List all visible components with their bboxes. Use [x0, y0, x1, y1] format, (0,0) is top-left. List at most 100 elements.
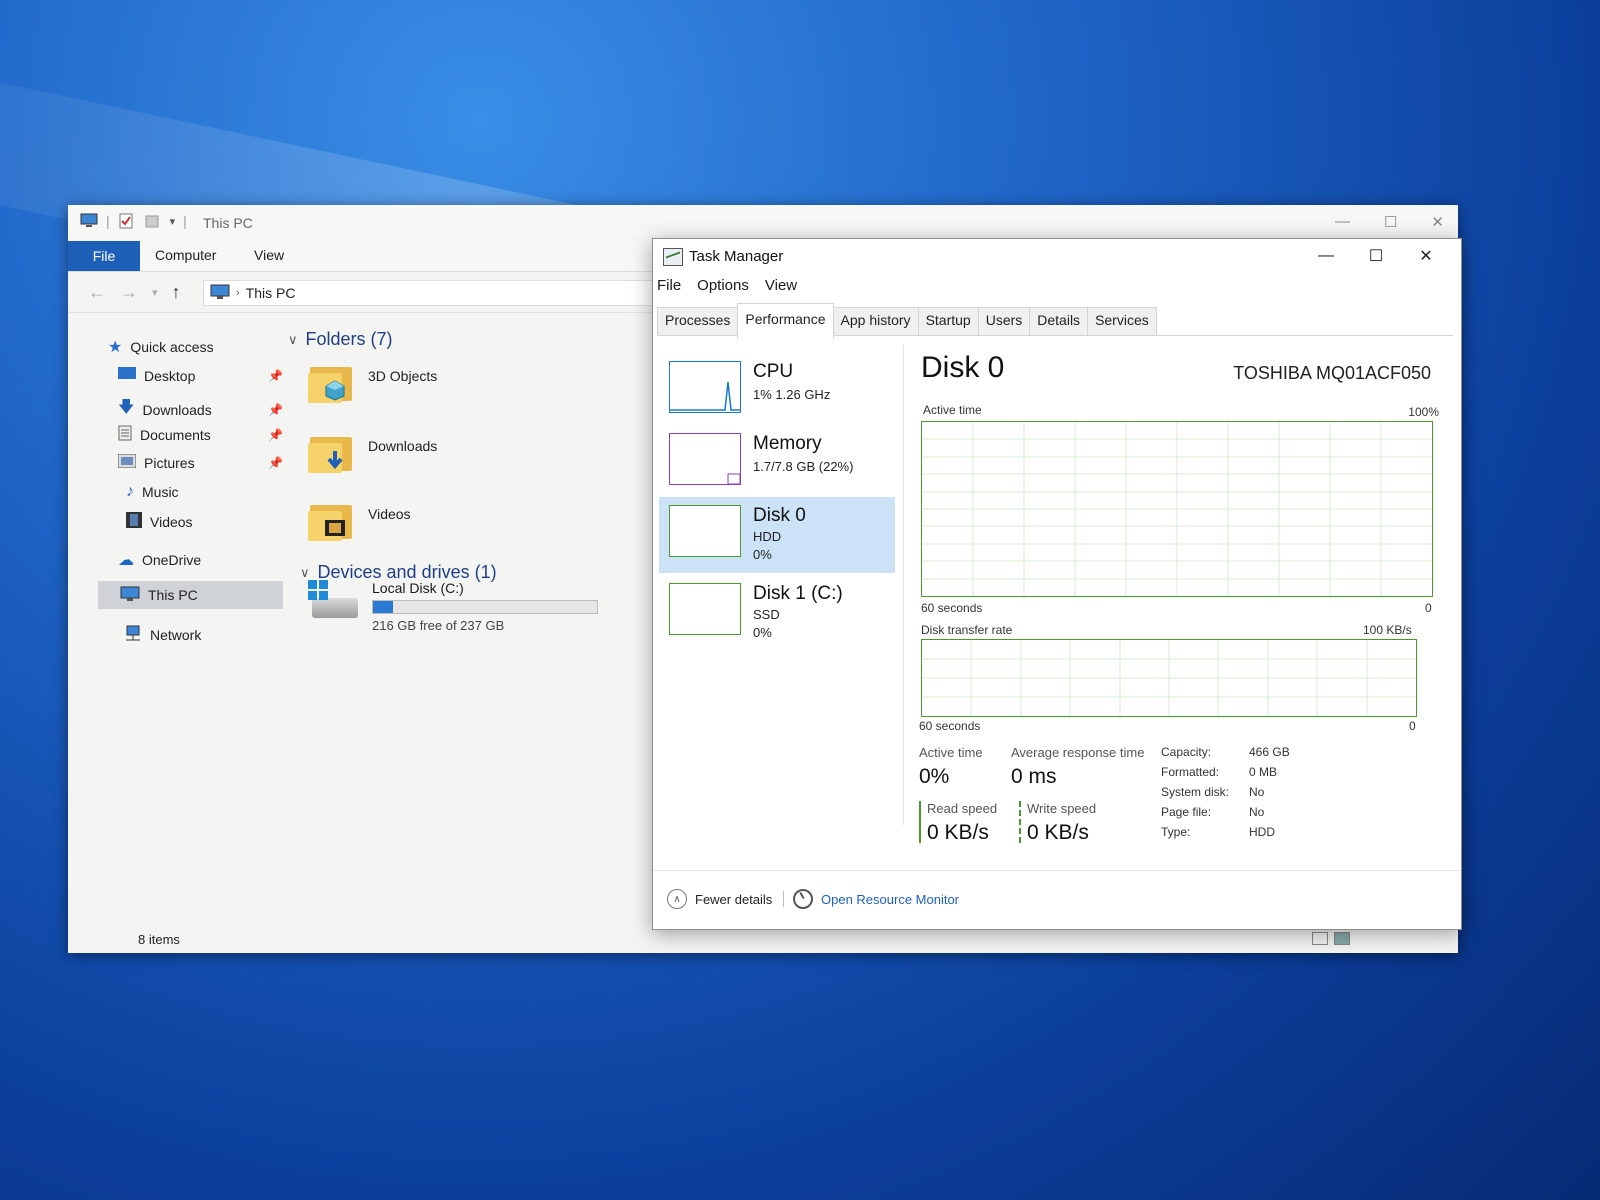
tab-app-history[interactable]: App history	[832, 307, 919, 335]
fewer-details-button[interactable]: ∧ Fewer details	[667, 889, 772, 909]
stat-write-speed-label: Write speed	[1027, 801, 1097, 816]
tab-strip: Processes Performance App history Startu…	[657, 303, 1453, 339]
film-icon	[126, 512, 142, 531]
ribbon-computer-tab[interactable]: Computer	[155, 247, 216, 263]
resource-type: HDD	[753, 529, 782, 544]
folder-item[interactable]: 3D Objects	[308, 363, 437, 403]
nav-music[interactable]: ♪ Music	[126, 483, 179, 501]
ribbon-view-tab[interactable]: View	[254, 247, 284, 263]
resource-name: Memory	[753, 433, 822, 454]
pin-icon[interactable]: 📌	[268, 369, 283, 383]
nav-pictures[interactable]: Pictures 📌	[117, 453, 283, 471]
back-arrow-icon[interactable]: ←	[88, 282, 106, 303]
resource-cpu[interactable]: CPU 1% 1.26 GHz	[659, 353, 895, 425]
resource-name: CPU	[753, 361, 794, 382]
resource-list: CPU 1% 1.26 GHz Memory 1.7/7.8 GB (22%) …	[653, 345, 904, 825]
pin-icon[interactable]: 📌	[268, 403, 283, 417]
folder-item[interactable]: Downloads	[308, 433, 437, 473]
nav-label: OneDrive	[142, 552, 202, 568]
breadcrumb[interactable]: This PC	[246, 285, 296, 301]
transfer-rate-graph	[921, 639, 1417, 717]
customize-qat-icon[interactable]: ▾	[170, 215, 176, 228]
resource-name: Disk 1 (C:)	[753, 583, 843, 604]
open-resource-monitor-link[interactable]: Open Resource Monitor	[793, 889, 959, 909]
folders-group-header[interactable]: ∨ Folders (7)	[288, 329, 393, 350]
task-manager-window: Task Manager — ☐ ✕ File Options View Pro…	[652, 238, 1462, 930]
view-toggle	[1312, 932, 1350, 945]
nav-quick-access[interactable]: ★ Quick access	[108, 337, 214, 357]
read-speed-legend-line	[919, 801, 921, 843]
tab-services[interactable]: Services	[1087, 307, 1157, 335]
transfer-rate-graph-label: Disk transfer rate	[921, 623, 1013, 637]
chevron-down-icon: ∨	[288, 331, 298, 347]
nav-label: Network	[150, 626, 202, 643]
menu-file[interactable]: File	[657, 277, 681, 294]
3d-objects-folder-icon	[308, 363, 354, 403]
pin-icon[interactable]: 📌	[268, 456, 283, 470]
drive-free-space: 216 GB free of 237 GB	[372, 618, 505, 633]
tab-details[interactable]: Details	[1029, 307, 1089, 335]
drive-info: Local Disk (C:) 216 GB free of 237 GB	[372, 580, 598, 633]
computer-icon	[80, 213, 98, 229]
desktop-icon	[118, 367, 136, 384]
resource-memory[interactable]: Memory 1.7/7.8 GB (22%)	[659, 425, 895, 497]
explorer-window-controls: — ☐ ✕	[1335, 213, 1444, 231]
tab-users[interactable]: Users	[977, 307, 1031, 335]
up-arrow-icon[interactable]: ↑	[172, 282, 181, 303]
star-icon: ★	[108, 339, 123, 356]
nav-videos[interactable]: Videos	[126, 512, 193, 531]
recent-chevron-icon[interactable]: ▾	[152, 282, 158, 303]
properties-icon[interactable]	[118, 213, 136, 229]
menu-options[interactable]: Options	[697, 277, 749, 294]
resource-disk-1[interactable]: Disk 1 (C:) SSD 0%	[659, 575, 895, 651]
nav-label: Documents	[140, 426, 211, 443]
forward-arrow-icon[interactable]: →	[120, 282, 138, 303]
tab-processes[interactable]: Processes	[657, 307, 739, 335]
breadcrumb-chevron-icon[interactable]: ›	[236, 287, 240, 299]
stat-active-time-value: 0%	[919, 765, 950, 788]
prop-value: 466 GB	[1249, 745, 1290, 759]
nav-label: Videos	[150, 513, 193, 530]
tab-startup[interactable]: Startup	[917, 307, 979, 335]
pin-icon[interactable]: 📌	[268, 428, 283, 442]
nav-network[interactable]: Network	[124, 625, 201, 644]
ribbon-file-tab[interactable]: File	[68, 241, 140, 271]
nav-desktop[interactable]: Desktop 📌	[118, 367, 283, 384]
resource-usage: 0%	[753, 547, 772, 562]
drive-usage-fill	[373, 601, 393, 613]
new-folder-icon[interactable]	[144, 213, 162, 229]
close-icon[interactable]: ✕	[1431, 213, 1444, 231]
transfer-rate-graph-min: 0	[1409, 719, 1416, 733]
transfer-rate-graph-max: 100 KB/s	[1363, 623, 1412, 637]
disk-detail-panel: Disk 0 TOSHIBA MQ01ACF050 Active time 10…	[917, 345, 1461, 869]
large-icons-view-icon[interactable]	[1334, 932, 1350, 945]
quick-access-toolbar: | ▾ |	[80, 213, 187, 229]
resource-disk-0[interactable]: Disk 0 HDD 0%	[659, 497, 895, 573]
close-icon[interactable]: ✕	[1401, 243, 1451, 269]
cpu-thumbnail-graph	[669, 361, 741, 413]
drive-item[interactable]: Local Disk (C:) 216 GB free of 237 GB	[308, 580, 598, 633]
nav-this-pc[interactable]: This PC	[98, 581, 283, 609]
nav-label: Downloads	[142, 401, 212, 418]
tab-performance[interactable]: Performance	[737, 303, 834, 339]
write-speed-legend-line	[1019, 801, 1021, 843]
active-time-graph-duration: 60 seconds	[921, 601, 983, 615]
nav-onedrive[interactable]: ☁ OneDrive	[118, 550, 201, 570]
active-time-graph-label: Active time	[923, 403, 982, 417]
this-pc-icon	[210, 284, 230, 303]
details-view-icon[interactable]	[1312, 932, 1328, 945]
maximize-icon[interactable]: ☐	[1384, 213, 1397, 231]
chevron-up-icon: ∧	[667, 889, 687, 909]
menu-view[interactable]: View	[765, 277, 797, 294]
minimize-icon[interactable]: —	[1335, 213, 1350, 231]
videos-folder-icon	[308, 501, 354, 541]
maximize-icon[interactable]: ☐	[1351, 243, 1401, 269]
music-note-icon: ♪	[126, 483, 134, 500]
minimize-icon[interactable]: —	[1301, 243, 1351, 269]
nav-documents[interactable]: Documents 📌	[118, 425, 283, 444]
document-icon	[118, 425, 132, 444]
prop-key: System disk:	[1161, 785, 1230, 799]
nav-downloads[interactable]: 🡇 Downloads 📌	[118, 396, 283, 423]
nav-label: Pictures	[144, 454, 195, 471]
folder-item[interactable]: Videos	[308, 501, 411, 541]
